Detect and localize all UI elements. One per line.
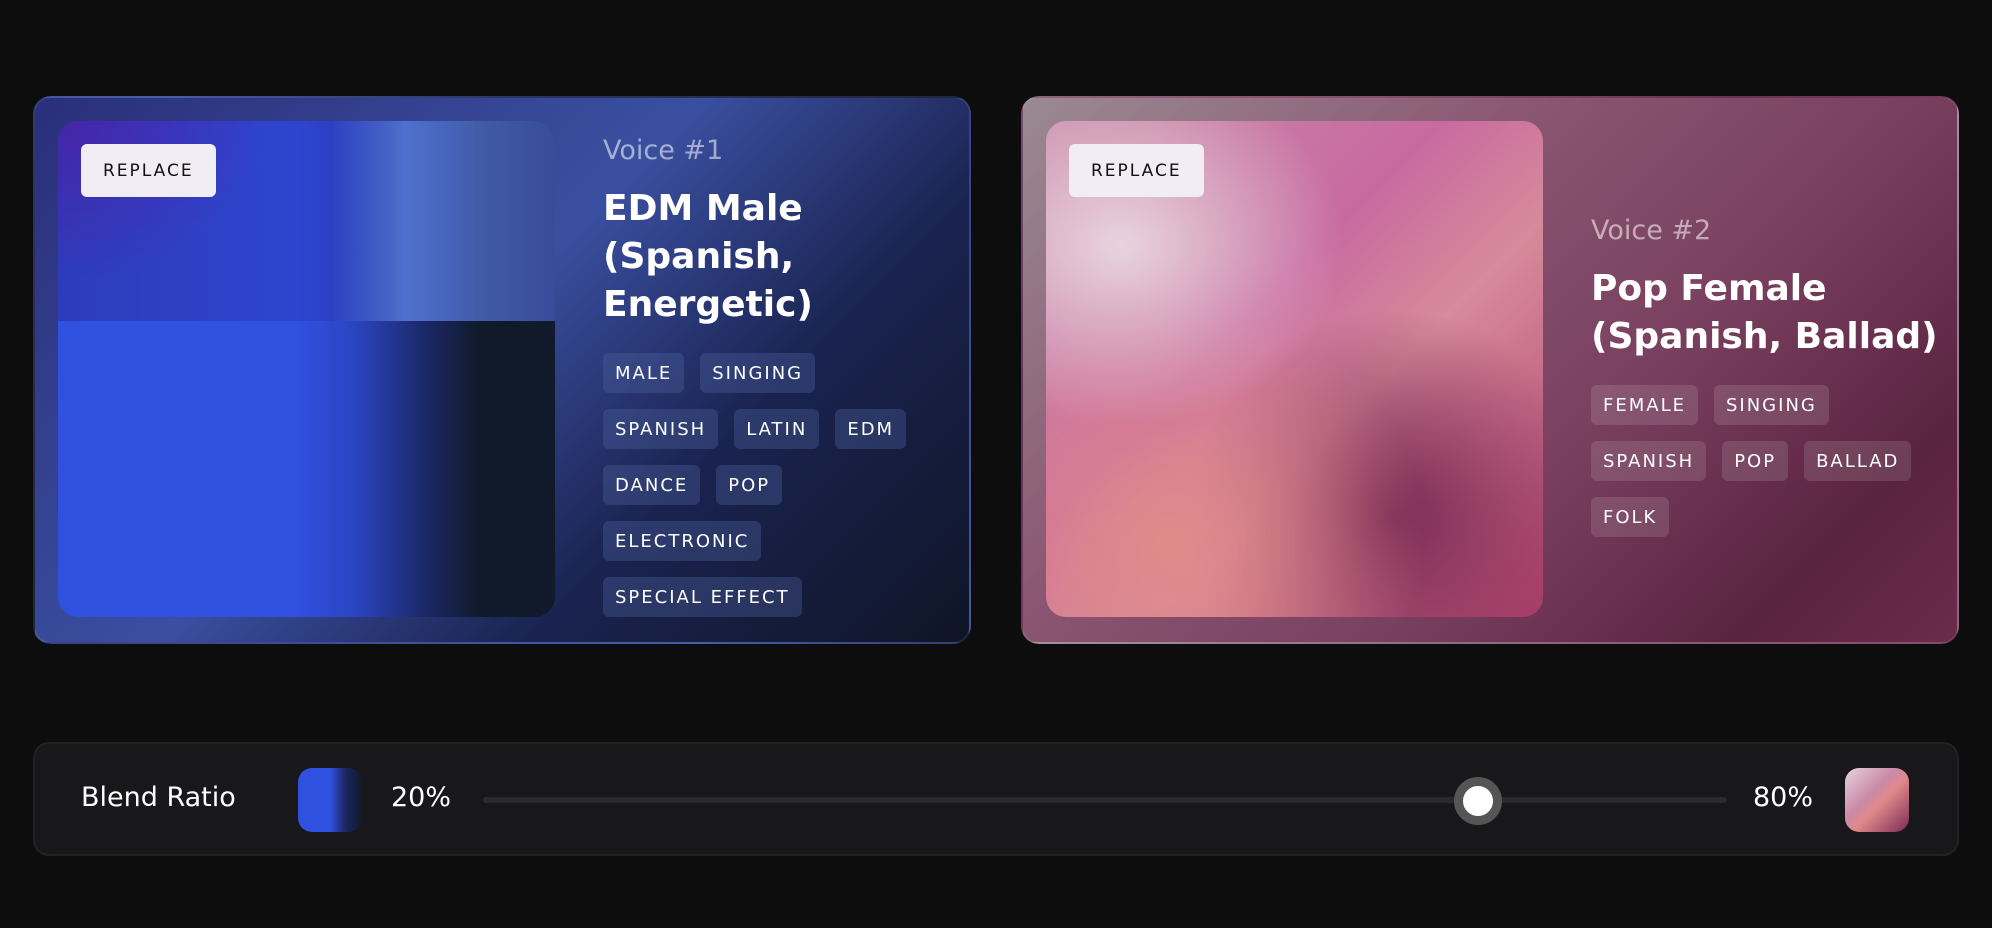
blend-slider-handle[interactable] <box>1454 777 1503 825</box>
blend-ratio-panel: Blend Ratio 20% 80% <box>33 742 1959 856</box>
voice-1-tags: MALE SINGING SPANISH LATIN EDM DANCE POP… <box>603 353 943 617</box>
voice-2-info: Voice #2 Pop Female (Spanish, Ballad) FE… <box>1591 211 1951 537</box>
voice-2-thumbnail <box>1845 768 1909 832</box>
tag: SPANISH <box>603 409 719 449</box>
voice-2-artwork: REPLACE <box>1046 121 1543 617</box>
tag: FEMALE <box>1591 385 1698 425</box>
voice-2-number: Voice #2 <box>1591 215 1712 246</box>
voice-card-1: REPLACE Voice #1 EDM Male (Spanish, Ener… <box>33 96 971 644</box>
tag: SINGING <box>1713 385 1829 425</box>
tag: FOLK <box>1591 497 1670 537</box>
voice-1-thumbnail <box>298 768 362 832</box>
voice-1-number: Voice #1 <box>603 135 724 166</box>
tag: EDM <box>835 409 907 449</box>
tag: BALLAD <box>1804 441 1912 481</box>
voice-card-2: REPLACE Voice #2 Pop Female (Spanish, Ba… <box>1021 96 1959 644</box>
voice-2-title: Pop Female (Spanish, Ballad) <box>1591 268 1938 357</box>
voice-1-info: Voice #1 EDM Male (Spanish, Energetic) M… <box>603 131 943 617</box>
tag: DANCE <box>603 465 701 505</box>
blend-ratio-label: Blend Ratio <box>81 782 236 813</box>
voice-1-title: EDM Male (Spanish, Energetic) <box>603 188 813 325</box>
voice-2-percent: 80% <box>1753 782 1814 813</box>
tag: POP <box>1722 441 1789 481</box>
blend-slider[interactable] <box>483 777 1727 825</box>
tag: SINGING <box>700 353 816 393</box>
tag: LATIN <box>734 409 820 449</box>
tag: MALE <box>603 353 685 393</box>
replace-voice-1-button[interactable]: REPLACE <box>81 144 216 197</box>
voice-2-tags: FEMALE SINGING SPANISH POP BALLAD FOLK <box>1591 385 1951 537</box>
tag: SPECIAL EFFECT <box>603 577 802 617</box>
tag: SPANISH <box>1591 441 1707 481</box>
tag: ELECTRONIC <box>603 521 762 561</box>
replace-voice-2-button[interactable]: REPLACE <box>1069 144 1204 197</box>
voice-1-artwork: REPLACE <box>58 121 555 617</box>
voice-1-percent: 20% <box>391 782 452 813</box>
tag: POP <box>716 465 783 505</box>
